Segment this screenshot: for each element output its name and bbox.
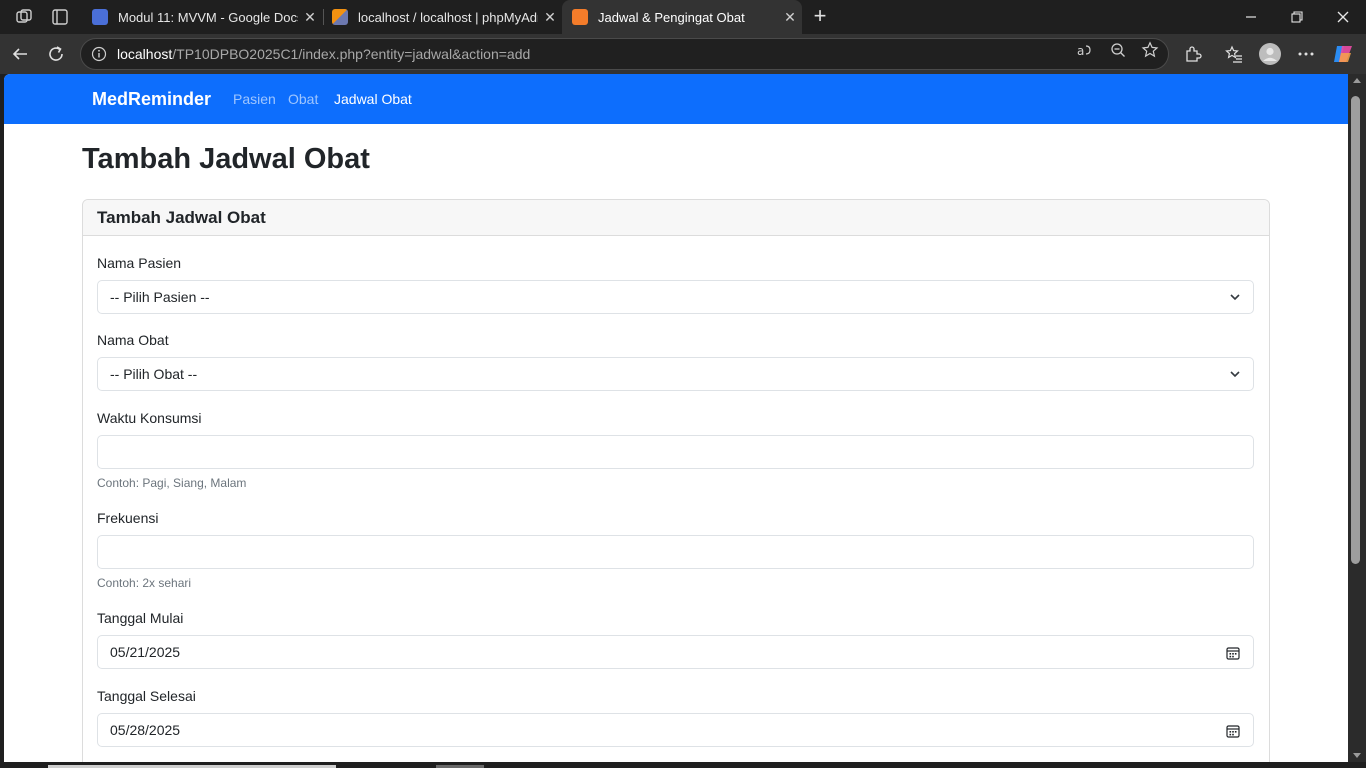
- tab-title: Jadwal & Pengingat Obat: [598, 9, 745, 25]
- copilot-icon[interactable]: [1332, 43, 1354, 65]
- calendar-icon[interactable]: [1226, 646, 1240, 660]
- tab-title: localhost / localhost | phpMyAdmin: [358, 9, 538, 25]
- obat-select[interactable]: -- Pilih Obat --: [97, 357, 1254, 391]
- waktu-konsumsi-label: Waktu Konsumsi: [97, 410, 202, 426]
- calendar-icon[interactable]: [1226, 724, 1240, 738]
- pasien-select[interactable]: -- Pilih Pasien --: [97, 280, 1254, 314]
- back-button[interactable]: [8, 42, 32, 66]
- waktu-konsumsi-help: Contoh: Pagi, Siang, Malam: [97, 476, 247, 490]
- extensions-icon[interactable]: [1182, 43, 1204, 65]
- close-tab-icon[interactable]: ✕: [298, 9, 322, 26]
- close-tab-icon[interactable]: ✕: [538, 9, 562, 26]
- page-viewport: MedReminder Pasien Obat Jadwal Obat Tamb…: [4, 74, 1348, 762]
- tab-google-docs[interactable]: Modul 11: MVVM - Google Docs ✕: [82, 0, 322, 34]
- favorite-star-icon[interactable]: [1140, 40, 1160, 60]
- scroll-down-arrow-icon[interactable]: [1353, 753, 1361, 758]
- nav-link-jadwal-obat[interactable]: Jadwal Obat: [334, 91, 412, 107]
- frekuensi-help: Contoh: 2x sehari: [97, 576, 192, 590]
- xampp-icon: [572, 9, 588, 25]
- url-text: localhost/TP10DPBO2025C1/index.php?entit…: [117, 46, 530, 62]
- scroll-up-arrow-icon[interactable]: [1353, 78, 1361, 83]
- svg-text:a: a: [1077, 44, 1084, 57]
- tab-actions-icon[interactable]: [49, 6, 71, 28]
- horizontal-scroll-strip: [0, 762, 1366, 768]
- tanggal-mulai-value: 05/21/2025: [110, 644, 181, 660]
- zoom-out-icon[interactable]: [1108, 40, 1128, 60]
- url-path: /TP10DPBO2025C1/index.php?entity=jadwal&…: [172, 46, 531, 62]
- scrollbar-thumb[interactable]: [1351, 96, 1360, 564]
- minimize-button[interactable]: [1228, 0, 1274, 34]
- new-tab-button[interactable]: +: [808, 5, 832, 29]
- restore-button[interactable]: [1274, 0, 1320, 34]
- google-docs-icon: [92, 9, 108, 25]
- navbar: MedReminder Pasien Obat Jadwal Obat: [4, 74, 1348, 124]
- browser-tab-bar: Modul 11: MVVM - Google Docs ✕ localhost…: [0, 0, 1366, 34]
- chevron-down-icon: [1230, 294, 1240, 301]
- tanggal-mulai-label: Tanggal Mulai: [97, 610, 184, 626]
- more-menu-icon[interactable]: [1295, 43, 1317, 65]
- obat-label: Nama Obat: [97, 332, 169, 348]
- obat-selected-value: -- Pilih Obat --: [110, 366, 198, 382]
- profile-avatar[interactable]: [1259, 43, 1281, 65]
- address-bar[interactable]: localhost/TP10DPBO2025C1/index.php?entit…: [80, 38, 1169, 70]
- tanggal-selesai-value: 05/28/2025: [110, 722, 181, 738]
- pasien-selected-value: -- Pilih Pasien --: [110, 289, 210, 305]
- brand-logo-text[interactable]: MedReminder: [92, 89, 211, 110]
- favorites-collection-icon[interactable]: [1223, 43, 1245, 65]
- waktu-konsumsi-input[interactable]: [97, 435, 1254, 469]
- tanggal-mulai-input[interactable]: 05/21/2025: [97, 635, 1254, 669]
- url-host: localhost: [117, 46, 173, 62]
- tanggal-selesai-input[interactable]: 05/28/2025: [97, 713, 1254, 747]
- tanggal-selesai-label: Tanggal Selesai: [97, 688, 196, 704]
- nav-link-obat[interactable]: Obat: [288, 91, 318, 107]
- chevron-down-icon: [1230, 371, 1240, 378]
- workspaces-icon[interactable]: [13, 6, 35, 28]
- site-info-icon[interactable]: [91, 46, 107, 62]
- phpmyadmin-icon: [332, 9, 348, 25]
- browser-toolbar: localhost/TP10DPBO2025C1/index.php?entit…: [0, 34, 1366, 74]
- nav-link-pasien[interactable]: Pasien: [233, 91, 276, 107]
- frekuensi-input[interactable]: [97, 535, 1254, 569]
- card-title: Tambah Jadwal Obat: [97, 208, 266, 227]
- read-aloud-icon[interactable]: a: [1076, 40, 1096, 60]
- refresh-button[interactable]: [44, 42, 68, 66]
- form-card: Tambah Jadwal Obat Nama Pasien -- Pilih …: [82, 199, 1270, 762]
- tab-title: Modul 11: MVVM - Google Docs: [118, 9, 298, 25]
- close-tab-icon[interactable]: ✕: [778, 9, 802, 26]
- tab-phpmyadmin[interactable]: localhost / localhost | phpMyAdmin ✕: [322, 0, 562, 34]
- card-header: Tambah Jadwal Obat: [83, 200, 1269, 236]
- page-scrollbar[interactable]: [1348, 74, 1366, 762]
- pasien-label: Nama Pasien: [97, 255, 182, 271]
- tab-jadwal-obat[interactable]: Jadwal & Pengingat Obat ✕: [562, 0, 802, 34]
- frekuensi-label: Frekuensi: [97, 510, 159, 526]
- close-window-button[interactable]: [1320, 0, 1366, 34]
- page-title: Tambah Jadwal Obat: [82, 143, 370, 175]
